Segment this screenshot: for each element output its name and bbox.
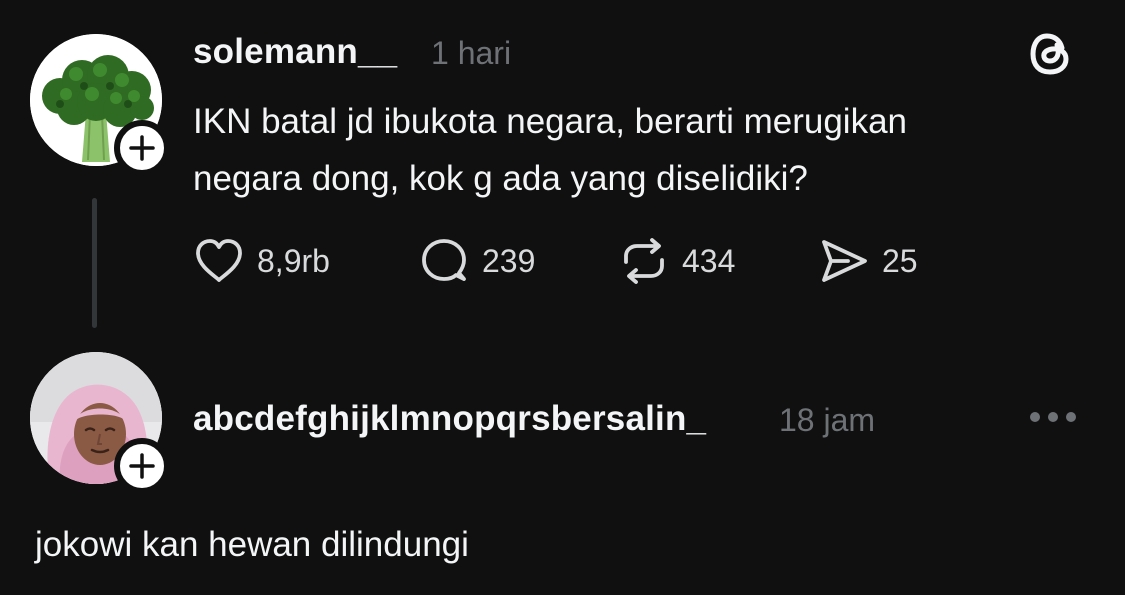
post-text: IKN batal jd ibukota negara, berarti mer… <box>193 93 1073 207</box>
heart-icon <box>193 237 245 285</box>
repost-button[interactable]: 434 <box>618 234 735 288</box>
more-options-button[interactable] <box>1028 402 1078 437</box>
repost-icon <box>618 236 670 286</box>
like-count: 8,9rb <box>257 242 330 279</box>
threads-logo-icon[interactable] <box>1026 26 1078 85</box>
thread-connector-line <box>92 198 97 328</box>
reply-username[interactable]: abcdefghijklmnopqrsbersalin_ <box>193 399 706 439</box>
share-count: 25 <box>882 242 918 279</box>
more-dots-icon <box>1028 402 1078 432</box>
follow-button[interactable] <box>114 120 170 176</box>
like-button[interactable]: 8,9rb <box>193 234 330 288</box>
reply-count: 239 <box>482 242 536 279</box>
send-icon <box>818 237 870 285</box>
post-username[interactable]: solemann__ <box>193 32 397 72</box>
follow-button[interactable] <box>114 438 170 494</box>
speech-bubble-icon <box>418 236 470 286</box>
repost-count: 434 <box>682 242 736 279</box>
post-text-line-2: negara dong, kok g ada yang diselidiki? <box>193 159 808 198</box>
reply-text: jokowi kan hewan dilindungi <box>35 525 469 564</box>
post-timestamp: 1 hari <box>431 35 512 71</box>
reply-button[interactable]: 239 <box>418 234 535 288</box>
threads-screen: solemann__ 1 hari IKN batal jd ibukota n… <box>0 0 1125 595</box>
plus-icon <box>128 134 156 162</box>
share-button[interactable]: 25 <box>818 234 918 288</box>
plus-icon <box>128 452 156 480</box>
reply-timestamp: 18 jam <box>779 402 876 438</box>
post-text-line-1: IKN batal jd ibukota negara, berarti mer… <box>193 102 908 141</box>
